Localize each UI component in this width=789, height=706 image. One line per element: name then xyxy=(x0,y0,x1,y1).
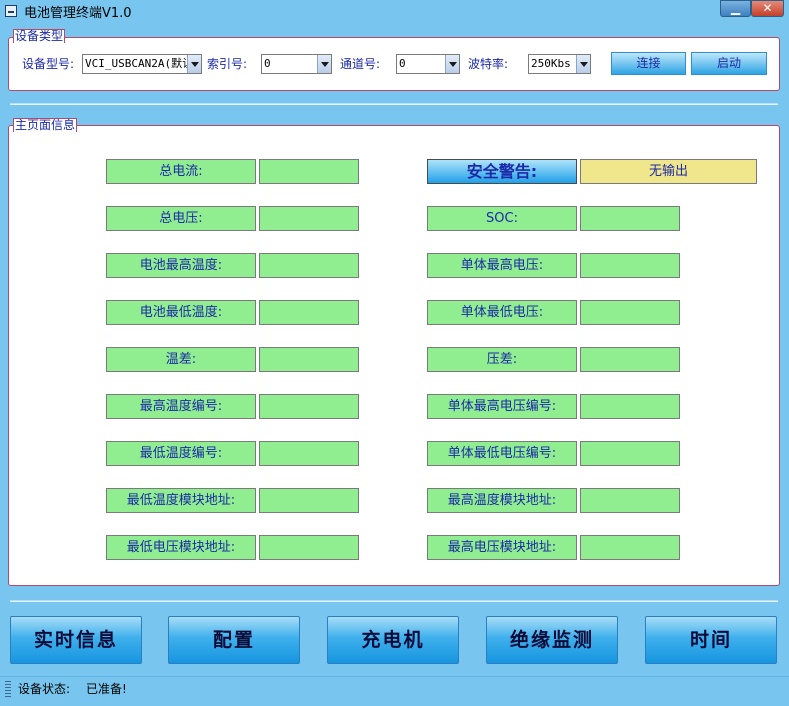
info-label-left: 总电流: xyxy=(106,159,256,184)
close-button[interactable]: ✕ xyxy=(751,0,784,17)
index-select[interactable]: 0 xyxy=(261,54,332,74)
info-label-right: 最高电压模块地址: xyxy=(427,535,577,560)
charger-button[interactable]: 充电机 xyxy=(327,616,459,664)
info-label-right: 单体最高电压编号: xyxy=(427,394,577,419)
minimize-icon: ▁ xyxy=(730,1,741,15)
chevron-down-icon[interactable] xyxy=(576,55,590,73)
chevron-down-icon[interactable] xyxy=(187,55,201,73)
main-info-group-title: 主页面信息 xyxy=(13,118,78,132)
info-label-left: 电池最高温度: xyxy=(106,253,256,278)
info-value-left xyxy=(259,159,359,184)
info-label-right: 最高温度模块地址: xyxy=(427,488,577,513)
chevron-down-icon[interactable] xyxy=(445,55,459,73)
info-value-right xyxy=(580,488,680,513)
info-value-left xyxy=(259,206,359,231)
index-label: 索引号: xyxy=(207,57,248,71)
info-label-left: 最低电压模块地址: xyxy=(106,535,256,560)
info-value-right xyxy=(580,300,680,325)
close-icon: ✕ xyxy=(762,1,773,15)
info-value-left xyxy=(259,488,359,513)
device-status-label: 设备状态: xyxy=(18,682,71,696)
info-label-right: 单体最低电压编号: xyxy=(427,441,577,466)
baud-rate-label: 波特率: xyxy=(468,57,509,71)
info-label-left: 总电压: xyxy=(106,206,256,231)
window-title: 电池管理终端V1.0 xyxy=(24,6,132,21)
device-status-value: 已准备! xyxy=(86,682,127,696)
info-value-left xyxy=(259,394,359,419)
minimize-button[interactable]: ▁ xyxy=(720,0,751,17)
realtime-info-button[interactable]: 实时信息 xyxy=(10,616,142,664)
info-value-left xyxy=(259,300,359,325)
info-label-left: 温差: xyxy=(106,347,256,372)
info-value-right xyxy=(580,253,680,278)
baud-rate-select[interactable]: 250Kbs xyxy=(528,54,591,74)
info-label-left: 最低温度模块地址: xyxy=(106,488,256,513)
device-model-label: 设备型号: xyxy=(22,57,75,71)
info-label-left: 电池最低温度: xyxy=(106,300,256,325)
channel-select[interactable]: 0 xyxy=(396,54,460,74)
info-value-left xyxy=(259,535,359,560)
connect-button[interactable]: 连接 xyxy=(611,52,686,75)
info-label-left: 最低温度编号: xyxy=(106,441,256,466)
device-model-value: VCI_USBCAN2A(默认) xyxy=(85,57,200,70)
info-label-right: 单体最低电压: xyxy=(427,300,577,325)
info-value-left xyxy=(259,253,359,278)
separator-top xyxy=(10,103,778,105)
safety-warning-button[interactable]: 安全警告: xyxy=(427,159,577,184)
info-label-right: 压差: xyxy=(427,347,577,372)
start-button[interactable]: 启动 xyxy=(691,52,767,75)
grip-icon xyxy=(5,681,11,699)
insulation-monitor-button[interactable]: 绝缘监测 xyxy=(486,616,618,664)
info-value-right xyxy=(580,535,680,560)
time-button[interactable]: 时间 xyxy=(645,616,777,664)
config-button[interactable]: 配置 xyxy=(168,616,300,664)
info-label-left: 最高温度编号: xyxy=(106,394,256,419)
info-value-right xyxy=(580,347,680,372)
separator-bottom xyxy=(10,600,778,602)
chevron-down-icon[interactable] xyxy=(317,55,331,73)
info-value-left xyxy=(259,347,359,372)
info-value-right xyxy=(580,441,680,466)
info-label-right: SOC: xyxy=(427,206,577,231)
info-value-right xyxy=(580,394,680,419)
safety-warning-value: 无输出 xyxy=(580,159,757,184)
info-label-right: 单体最高电压: xyxy=(427,253,577,278)
info-value-left xyxy=(259,441,359,466)
device-model-select[interactable]: VCI_USBCAN2A(默认) xyxy=(82,54,202,74)
app-icon xyxy=(5,5,17,17)
device-type-group-title: 设备类型 xyxy=(13,29,66,43)
info-value-right xyxy=(580,206,680,231)
channel-label: 通道号: xyxy=(340,57,381,71)
